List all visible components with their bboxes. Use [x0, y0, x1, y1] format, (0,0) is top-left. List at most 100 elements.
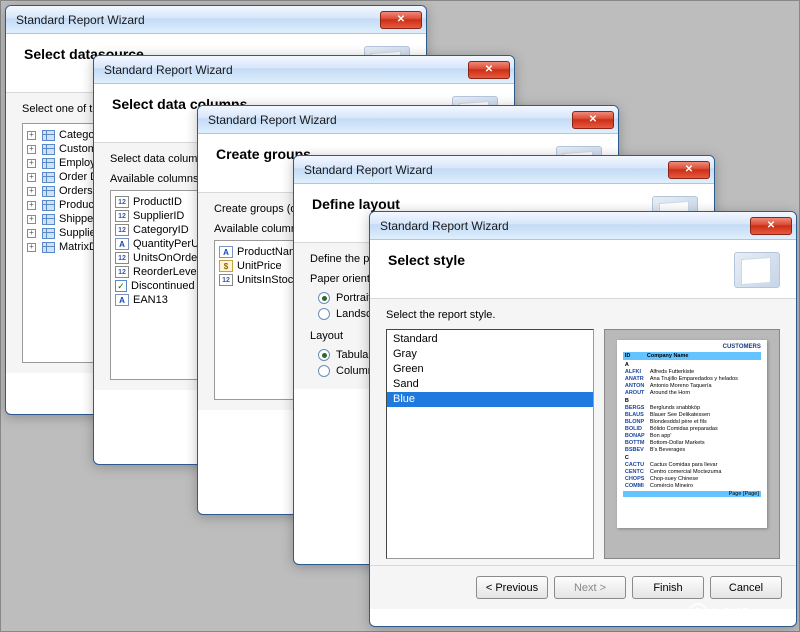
expander-icon[interactable]: + — [27, 215, 36, 224]
window-title: Standard Report Wizard — [104, 63, 233, 77]
preview-data-row: ALFKIAlfreds Futterkiste — [623, 368, 761, 375]
window-title: Standard Report Wizard — [208, 113, 337, 127]
number-column-icon: 12 — [115, 210, 129, 222]
close-button[interactable]: ✕ — [468, 61, 510, 79]
number-column-icon: 12 — [115, 266, 129, 278]
close-icon: ✕ — [767, 220, 775, 231]
text-column-icon: A — [115, 238, 129, 250]
next-button: Next > — [554, 576, 626, 599]
text-column-icon: A — [219, 246, 233, 258]
column-label: EAN13 — [133, 294, 168, 306]
preview-data-row: BLONPBlondesddsl père et fils — [623, 418, 761, 425]
table-label: Orders — [59, 185, 93, 197]
titlebar[interactable]: Standard Report Wizard ✕ — [370, 212, 796, 240]
number-column-icon: 12 — [115, 252, 129, 264]
number-column-icon: 12 — [219, 274, 233, 286]
table-icon — [42, 186, 55, 197]
preview-data-row: ANTONAntonio Moreno Taquería — [623, 382, 761, 389]
style-option[interactable]: Gray — [387, 347, 593, 362]
radio-icon — [318, 349, 330, 361]
table-icon — [42, 242, 55, 253]
style-option[interactable]: Green — [387, 362, 593, 377]
expander-icon[interactable]: + — [27, 243, 36, 252]
column-label: Discontinued — [131, 280, 195, 292]
preview-title: CUSTOMERS — [623, 344, 761, 350]
column-label: UnitsInStock — [237, 274, 299, 286]
preview-data-row: ANATRAna Trujillo Emparedados y helados — [623, 375, 761, 382]
step-heading: Define layout — [312, 196, 400, 212]
expander-icon[interactable]: + — [27, 145, 36, 154]
style-preview: CUSTOMERSIDCompany NameAALFKIAlfreds Fut… — [604, 329, 780, 559]
column-label: UnitsOnOrder — [133, 252, 201, 264]
preview-page: CUSTOMERSIDCompany NameAALFKIAlfreds Fut… — [617, 340, 767, 528]
preview-footer: Page [Page] — [623, 491, 761, 497]
cancel-button[interactable]: Cancel — [710, 576, 782, 599]
close-icon: ✕ — [485, 64, 493, 75]
step-heading: Select style — [388, 252, 465, 268]
preview-data-row: BOLIDBólido Comidas preparadas — [623, 425, 761, 432]
preview-header-row: IDCompany Name — [623, 352, 761, 360]
preview-data-row: CENTCCentro comercial Moctezuma — [623, 468, 761, 475]
instruction-text: Select the report style. — [386, 309, 780, 321]
style-list[interactable]: StandardGrayGreenSandBlue — [386, 329, 594, 559]
table-icon — [42, 130, 55, 141]
finish-button[interactable]: Finish — [632, 576, 704, 599]
table-icon — [42, 228, 55, 239]
number-column-icon: 12 — [115, 196, 129, 208]
titlebar[interactable]: Standard Report Wizard ✕ — [94, 56, 514, 84]
column-label: UnitPrice — [237, 260, 282, 272]
previous-button[interactable]: < Previous — [476, 576, 548, 599]
number-column-icon: 12 — [115, 224, 129, 236]
radio-icon — [318, 308, 330, 320]
radio-label: Portrait — [336, 292, 371, 304]
preview-data-row: CACTUCactus Comidas para llevar — [623, 461, 761, 468]
wizard-buttons: < Previous Next > Finish Cancel — [370, 565, 796, 609]
close-icon: ✕ — [397, 14, 405, 25]
table-icon — [42, 200, 55, 211]
expander-icon[interactable]: + — [27, 229, 36, 238]
expander-icon[interactable]: + — [27, 131, 36, 140]
preview-data-row: BOTTMBottom-Dollar Markets — [623, 439, 761, 446]
currency-column-icon: $ — [219, 260, 233, 272]
column-label: ReorderLevel — [133, 266, 199, 278]
expander-icon[interactable]: + — [27, 187, 36, 196]
preview-data-row: CHOPSChop-suey Chinese — [623, 475, 761, 482]
table-icon — [42, 144, 55, 155]
window-title: Standard Report Wizard — [380, 219, 509, 233]
preview-data-row: BLAUSBlauer See Delikatessen — [623, 411, 761, 418]
checkbox-column-icon: ✓ — [115, 280, 127, 292]
window-title: Standard Report Wizard — [16, 13, 145, 27]
column-label: CategoryID — [133, 224, 189, 236]
style-option[interactable]: Sand — [387, 377, 593, 392]
column-label: ProductID — [133, 196, 182, 208]
close-icon: ✕ — [685, 164, 693, 175]
style-option[interactable]: Blue — [387, 392, 593, 407]
close-icon: ✕ — [589, 114, 597, 125]
preview-data-row: AROUTAround the Horn — [623, 389, 761, 396]
preview-data-row: COMMIComércio Mineiro — [623, 482, 761, 489]
close-button[interactable]: ✕ — [572, 111, 614, 129]
expander-icon[interactable]: + — [27, 159, 36, 168]
preview-data-row: BERGSBerglunds snabbköp — [623, 404, 761, 411]
table-icon — [42, 172, 55, 183]
table-icon — [42, 214, 55, 225]
preview-data-row: BONAPBon app' — [623, 432, 761, 439]
titlebar[interactable]: Standard Report Wizard ✕ — [198, 106, 618, 134]
table-icon — [42, 158, 55, 169]
radio-icon — [318, 292, 330, 304]
expander-icon[interactable]: + — [27, 201, 36, 210]
radio-icon — [318, 365, 330, 377]
titlebar[interactable]: Standard Report Wizard ✕ — [6, 6, 426, 34]
report-icon — [734, 252, 780, 288]
preview-data-row: BSBEVB's Beverages — [623, 446, 761, 453]
radio-label: Tabular — [336, 349, 372, 361]
titlebar[interactable]: Standard Report Wizard ✕ — [294, 156, 714, 184]
close-button[interactable]: ✕ — [750, 217, 792, 235]
close-button[interactable]: ✕ — [380, 11, 422, 29]
dialog-select-style: Standard Report Wizard ✕ Select style Se… — [369, 211, 797, 627]
style-option[interactable]: Standard — [387, 332, 593, 347]
column-label: SupplierID — [133, 210, 184, 222]
window-title: Standard Report Wizard — [304, 163, 433, 177]
expander-icon[interactable]: + — [27, 173, 36, 182]
close-button[interactable]: ✕ — [668, 161, 710, 179]
